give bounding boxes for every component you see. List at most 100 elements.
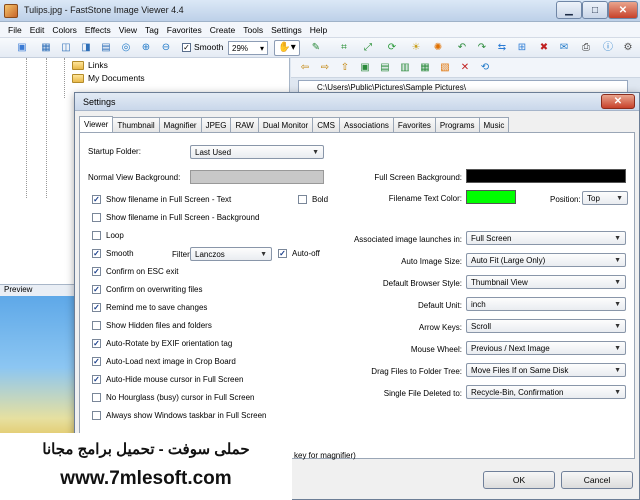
slideshow-icon[interactable]: ◨ <box>78 40 94 56</box>
checkbox-confirm-esc[interactable]: ✓ Confirm on ESC exit <box>92 267 178 276</box>
email-icon[interactable]: ✉ <box>556 40 572 56</box>
hand-tool-icon[interactable]: ✋▾ <box>274 40 300 56</box>
startup-folder-select[interactable]: Last Used ▼ <box>190 145 324 159</box>
menu-create[interactable]: Create <box>206 25 240 35</box>
position-select[interactable]: Top ▼ <box>582 191 628 205</box>
crop-icon[interactable]: ⌗ <box>336 40 352 56</box>
actual-size-icon[interactable]: ▤ <box>98 40 114 56</box>
chevron-down-icon: ▼ <box>616 194 623 202</box>
filename-text-color[interactable] <box>466 190 516 204</box>
tab-jpeg[interactable]: JPEG <box>200 117 232 132</box>
menu-tools[interactable]: Tools <box>239 25 267 35</box>
open-icon[interactable]: ▣ <box>14 40 30 56</box>
tab-programs[interactable]: Programs <box>434 117 480 132</box>
tree-item-links[interactable]: Links <box>72 60 108 70</box>
browser-icon[interactable]: ▦ <box>38 40 54 56</box>
compare-icon[interactable]: ⊞ <box>514 40 530 56</box>
checkbox-no-hourglass[interactable]: No Hourglass (busy) cursor in Full Scree… <box>92 393 255 402</box>
minimize-icon[interactable]: ▁ <box>556 1 582 19</box>
tab-thumbnail[interactable]: Thumbnail <box>112 117 160 132</box>
forward-icon[interactable]: ⇨ <box>317 60 333 76</box>
delete-file-icon[interactable]: ✕ <box>457 60 473 76</box>
checkbox-bold[interactable]: Bold <box>298 195 328 204</box>
tab-associations[interactable]: Associations <box>339 117 394 132</box>
folder-new-icon[interactable]: ▧ <box>437 60 453 76</box>
zoom-out-icon[interactable]: ⊖ <box>158 40 174 56</box>
flip-icon[interactable]: ⇆ <box>494 40 510 56</box>
checkbox-filename-text[interactable]: ✓ Show filename in Full Screen - Text <box>92 195 231 204</box>
tree-item-label: Links <box>88 60 108 70</box>
menu-settings[interactable]: Settings <box>267 25 306 35</box>
tab-music[interactable]: Music <box>478 117 510 132</box>
copy-to-icon[interactable]: ▤ <box>377 60 393 76</box>
auto-image-size-select[interactable]: Auto Fit (Large Only) ▼ <box>466 253 626 267</box>
menu-file[interactable]: File <box>4 25 26 35</box>
rotate-right-icon[interactable]: ↷ <box>474 40 490 56</box>
rotate-icon[interactable]: ⟳ <box>384 40 400 56</box>
adjust-colors-icon[interactable]: ☀ <box>408 40 424 56</box>
normal-bg-color[interactable] <box>190 170 324 184</box>
menu-colors[interactable]: Colors <box>48 25 81 35</box>
menu-help[interactable]: Help <box>306 25 331 35</box>
checkbox-smooth[interactable]: ✓ Smooth <box>92 249 134 258</box>
select-all-icon[interactable]: ▣ <box>357 60 373 76</box>
checkbox-remind-save[interactable]: ✓ Remind me to save changes <box>92 303 207 312</box>
menu-edit[interactable]: Edit <box>26 25 49 35</box>
info-icon[interactable]: ⓘ <box>600 40 616 56</box>
tab-dual-monitor[interactable]: Dual Monitor <box>257 117 314 132</box>
maximize-icon[interactable]: □ <box>582 1 608 19</box>
checkbox-box <box>92 213 101 222</box>
tree-item-my-documents[interactable]: My Documents <box>72 73 145 83</box>
checkbox-loop[interactable]: Loop <box>92 231 124 240</box>
checkbox-confirm-overwrite[interactable]: ✓ Confirm on overwriting files <box>92 285 202 294</box>
resize-icon[interactable]: ⤢ <box>360 40 376 56</box>
arrow-keys-select[interactable]: Scroll ▼ <box>466 319 626 333</box>
associated-launch-select[interactable]: Full Screen ▼ <box>466 231 626 245</box>
checkbox-auto-rotate[interactable]: ✓ Auto-Rotate by EXIF orientation tag <box>92 339 232 348</box>
checkbox-filename-bg[interactable]: Show filename in Full Screen - Backgroun… <box>92 213 259 222</box>
effects-icon[interactable]: ✺ <box>430 40 446 56</box>
full-screen-bg-color[interactable] <box>466 169 626 183</box>
menu-effects[interactable]: Effects <box>81 25 115 35</box>
single-file-deleted-select[interactable]: Recycle-Bin, Confirmation ▼ <box>466 385 626 399</box>
tab-raw[interactable]: RAW <box>230 117 259 132</box>
checkbox-auto-hide-cursor[interactable]: ✓ Auto-Hide mouse cursor in Full Screen <box>92 375 243 384</box>
best-fit-icon[interactable]: ◎ <box>118 40 134 56</box>
refresh-icon[interactable]: ⟲ <box>477 60 493 76</box>
settings-icon[interactable]: ⚙ <box>620 40 636 56</box>
dialog-close-icon[interactable]: ✕ <box>601 94 635 109</box>
zoom-select[interactable]: 29% ▾ <box>228 41 268 55</box>
checkbox-auto-off[interactable]: ✓ Auto-off <box>278 249 320 258</box>
fullscreen-icon[interactable]: ◫ <box>58 40 74 56</box>
checkbox-show-taskbar[interactable]: Always show Windows taskbar in Full Scre… <box>92 411 267 420</box>
menu-view[interactable]: View <box>115 25 141 35</box>
back-icon[interactable]: ⇦ <box>297 60 313 76</box>
mouse-wheel-select[interactable]: Previous / Next Image ▼ <box>466 341 626 355</box>
default-browser-style-select[interactable]: Thumbnail View ▼ <box>466 275 626 289</box>
close-icon[interactable]: ✕ <box>608 1 638 19</box>
filter-select[interactable]: Lanczos ▼ <box>190 247 272 261</box>
smooth-checkbox[interactable]: ✓ <box>182 43 191 52</box>
tab-viewer[interactable]: Viewer <box>79 116 114 132</box>
ok-button[interactable]: OK <box>483 471 555 489</box>
menu-favorites[interactable]: Favorites <box>163 25 206 35</box>
delete-icon[interactable]: ✖ <box>536 40 552 56</box>
menu-tag[interactable]: Tag <box>141 25 163 35</box>
print-icon[interactable]: ⎙ <box>578 40 594 56</box>
batch-icon[interactable]: ▦ <box>417 60 433 76</box>
rotate-left-icon[interactable]: ↶ <box>454 40 470 56</box>
move-to-icon[interactable]: ▥ <box>397 60 413 76</box>
tab-cms[interactable]: CMS <box>312 117 340 132</box>
draw-board-icon[interactable]: ✎ <box>308 40 324 56</box>
up-folder-icon[interactable]: ⇧ <box>337 60 353 76</box>
drag-files-select[interactable]: Move Files If on Same Disk ▼ <box>466 363 626 377</box>
tab-favorites[interactable]: Favorites <box>392 117 436 132</box>
zoom-in-icon[interactable]: ⊕ <box>138 40 154 56</box>
checkbox-show-hidden[interactable]: Show Hidden files and folders <box>92 321 212 330</box>
cancel-button[interactable]: Cancel <box>561 471 633 489</box>
startup-folder-value: Last Used <box>195 147 232 157</box>
checkbox-auto-load[interactable]: ✓ Auto-Load next image in Crop Board <box>92 357 236 366</box>
tab-magnifier[interactable]: Magnifier <box>158 117 202 132</box>
default-unit-select[interactable]: inch ▼ <box>466 297 626 311</box>
watermark-arabic: حملى سوفت - تحميل برامج مجانا <box>42 441 250 458</box>
